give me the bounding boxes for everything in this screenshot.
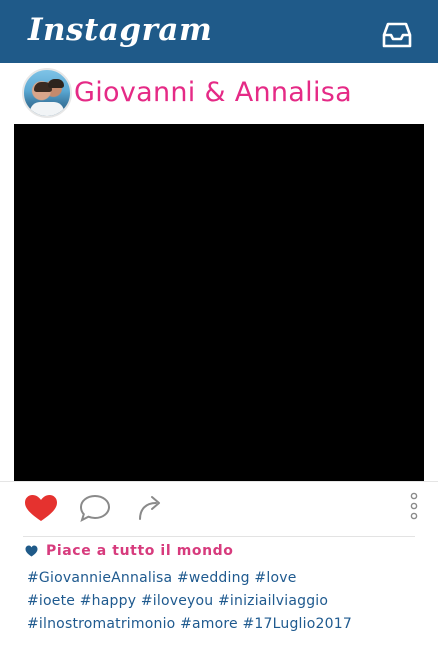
share-icon	[139, 496, 160, 520]
caption-line: #ioete #happy #iloveyou #iniziailviaggio	[27, 593, 329, 609]
inbox-icon[interactable]	[381, 21, 413, 49]
heart-icon	[25, 495, 57, 521]
app-title: Instagram	[28, 12, 213, 48]
post-photo[interactable]	[14, 124, 424, 481]
likes-row[interactable]: Piace a tutto il mondo	[25, 541, 234, 561]
post-header: Giovanni & Annalisa	[0, 63, 438, 123]
divider	[23, 536, 415, 537]
likes-text: Piace a tutto il mondo	[46, 543, 234, 559]
post-username[interactable]: Giovanni & Annalisa	[74, 77, 352, 108]
small-heart-icon	[25, 545, 38, 557]
like-button[interactable]	[23, 493, 59, 523]
caption-line: #GiovannieAnnalisa #wedding #love	[27, 570, 297, 586]
post-caption: #GiovannieAnnalisa #wedding #love #ioete…	[27, 567, 427, 636]
caption-line: #ilnostromatrimonio #amore #17Luglio2017	[27, 616, 352, 632]
divider	[0, 481, 438, 482]
comment-icon	[79, 494, 111, 522]
more-options-icon[interactable]	[408, 492, 420, 522]
comment-button[interactable]	[78, 493, 112, 523]
avatar[interactable]	[22, 68, 72, 118]
share-button[interactable]	[134, 492, 166, 522]
top-bar: Instagram	[0, 0, 438, 63]
